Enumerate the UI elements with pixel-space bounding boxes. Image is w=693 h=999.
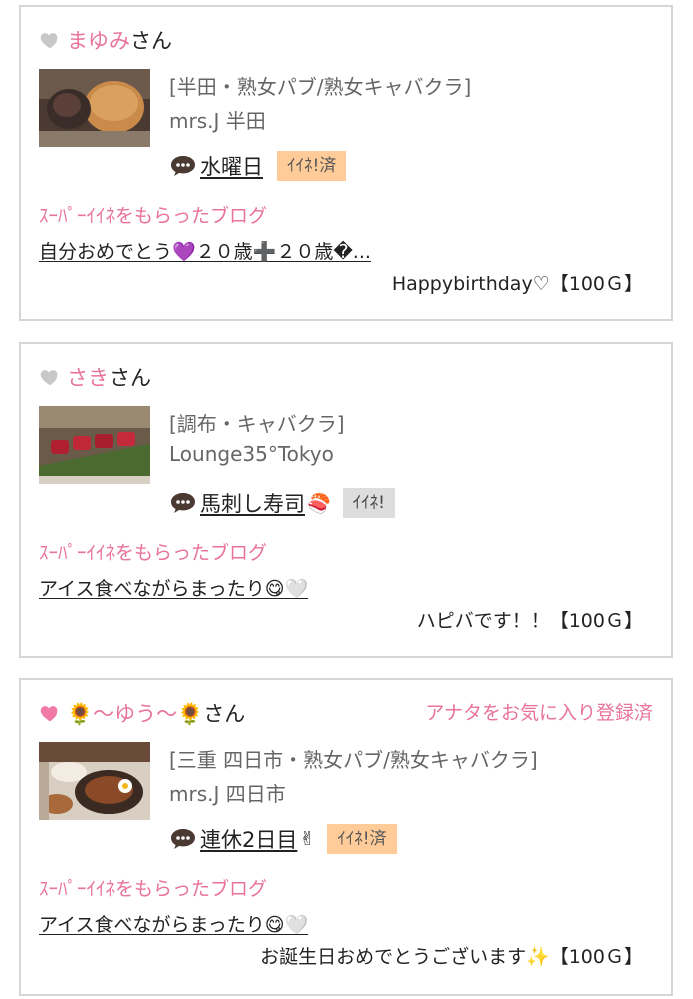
heart-icon	[39, 366, 61, 388]
blog-thumbnail[interactable]	[39, 69, 150, 147]
post-title-link[interactable]: 連休2日目	[200, 824, 297, 854]
post-title-link[interactable]: 水曜日	[200, 151, 263, 181]
post-row: 連休2日目 ✌ ｲｲﾈ!済	[169, 822, 397, 856]
speech-bubble-icon	[169, 491, 197, 515]
iine-done-badge: ｲｲﾈ!済	[327, 824, 397, 854]
super-iine-blog-label: ｽｰﾊﾟｰｲｲﾈをもらったブログ	[39, 542, 268, 564]
user-name-link[interactable]: さき	[67, 362, 109, 392]
post-row: 馬刺し寿司 🍣 ｲｲﾈ!	[169, 486, 395, 520]
favorite-status-label: アナタをお気に入り登録済	[425, 702, 653, 724]
entry-header: さき さん	[39, 362, 151, 392]
iine-button[interactable]: ｲｲﾈ!	[342, 488, 395, 518]
shop-name-link[interactable]: Lounge35°Tokyo	[169, 442, 334, 466]
blog-title-link[interactable]: 自分おめでとう💜２０歳➕２０歳�...	[39, 237, 371, 264]
iine-done-badge: ｲｲﾈ!済	[277, 151, 347, 181]
shop-category: [半田・熟女パブ/熟女キャバクラ]	[169, 75, 472, 99]
shop-name-link[interactable]: mrs.J 四日市	[169, 778, 286, 807]
entry-header: 🌻〜ゆう〜🌻 さん	[39, 698, 245, 728]
post-title-link[interactable]: 馬刺し寿司	[200, 488, 305, 518]
user-name-link[interactable]: まゆみ	[67, 25, 130, 55]
blog-thumbnail[interactable]	[39, 742, 150, 820]
entry-header: まゆみ さん	[39, 25, 172, 55]
gift-message: ハピバです！！【100Ｇ】	[416, 610, 643, 632]
super-iine-blog-label: ｽｰﾊﾟｰｲｲﾈをもらったブログ	[39, 878, 268, 900]
heart-icon	[39, 29, 61, 51]
speech-bubble-icon	[169, 154, 197, 178]
user-name-link[interactable]: 🌻〜ゆう〜🌻	[67, 698, 203, 728]
blog-title-link[interactable]: アイス食べながらまったり😋🤍	[39, 910, 308, 937]
super-iine-blog-label: ｽｰﾊﾟｰｲｲﾈをもらったブログ	[39, 205, 268, 227]
honorific: さん	[109, 366, 151, 390]
honorific: さん	[203, 702, 246, 726]
post-title-emoji: ✌	[299, 828, 316, 850]
post-title-emoji: 🍣	[307, 492, 331, 515]
shop-name-link[interactable]: mrs.J 半田	[169, 105, 266, 134]
gift-entry-card: さき さん [調布・キャバクラ] Lounge35°Tokyo 馬刺し寿司 🍣 …	[19, 342, 673, 658]
post-row: 水曜日 ｲｲﾈ!済	[169, 149, 347, 183]
shop-category: [調布・キャバクラ]	[169, 412, 345, 436]
shop-category: [三重 四日市・熟女パブ/熟女キャバクラ]	[169, 748, 538, 772]
gift-entry-card: まゆみ さん [半田・熟女パブ/熟女キャバクラ] mrs.J 半田 水曜日 ｲｲ…	[19, 5, 673, 321]
blog-title-link[interactable]: アイス食べながらまったり😋🤍	[39, 574, 308, 601]
blog-thumbnail[interactable]	[39, 406, 150, 484]
honorific: さん	[130, 29, 172, 53]
gift-message: お誕生日おめでとうございます✨【100Ｇ】	[260, 946, 643, 968]
gift-entry-card: 🌻〜ゆう〜🌻 さん アナタをお気に入り登録済 [三重 四日市・熟女パブ/熟女キャ…	[19, 678, 673, 996]
gift-message: Happybirthday♡【100Ｇ】	[391, 273, 643, 295]
heart-icon	[39, 702, 61, 724]
speech-bubble-icon	[169, 827, 197, 851]
